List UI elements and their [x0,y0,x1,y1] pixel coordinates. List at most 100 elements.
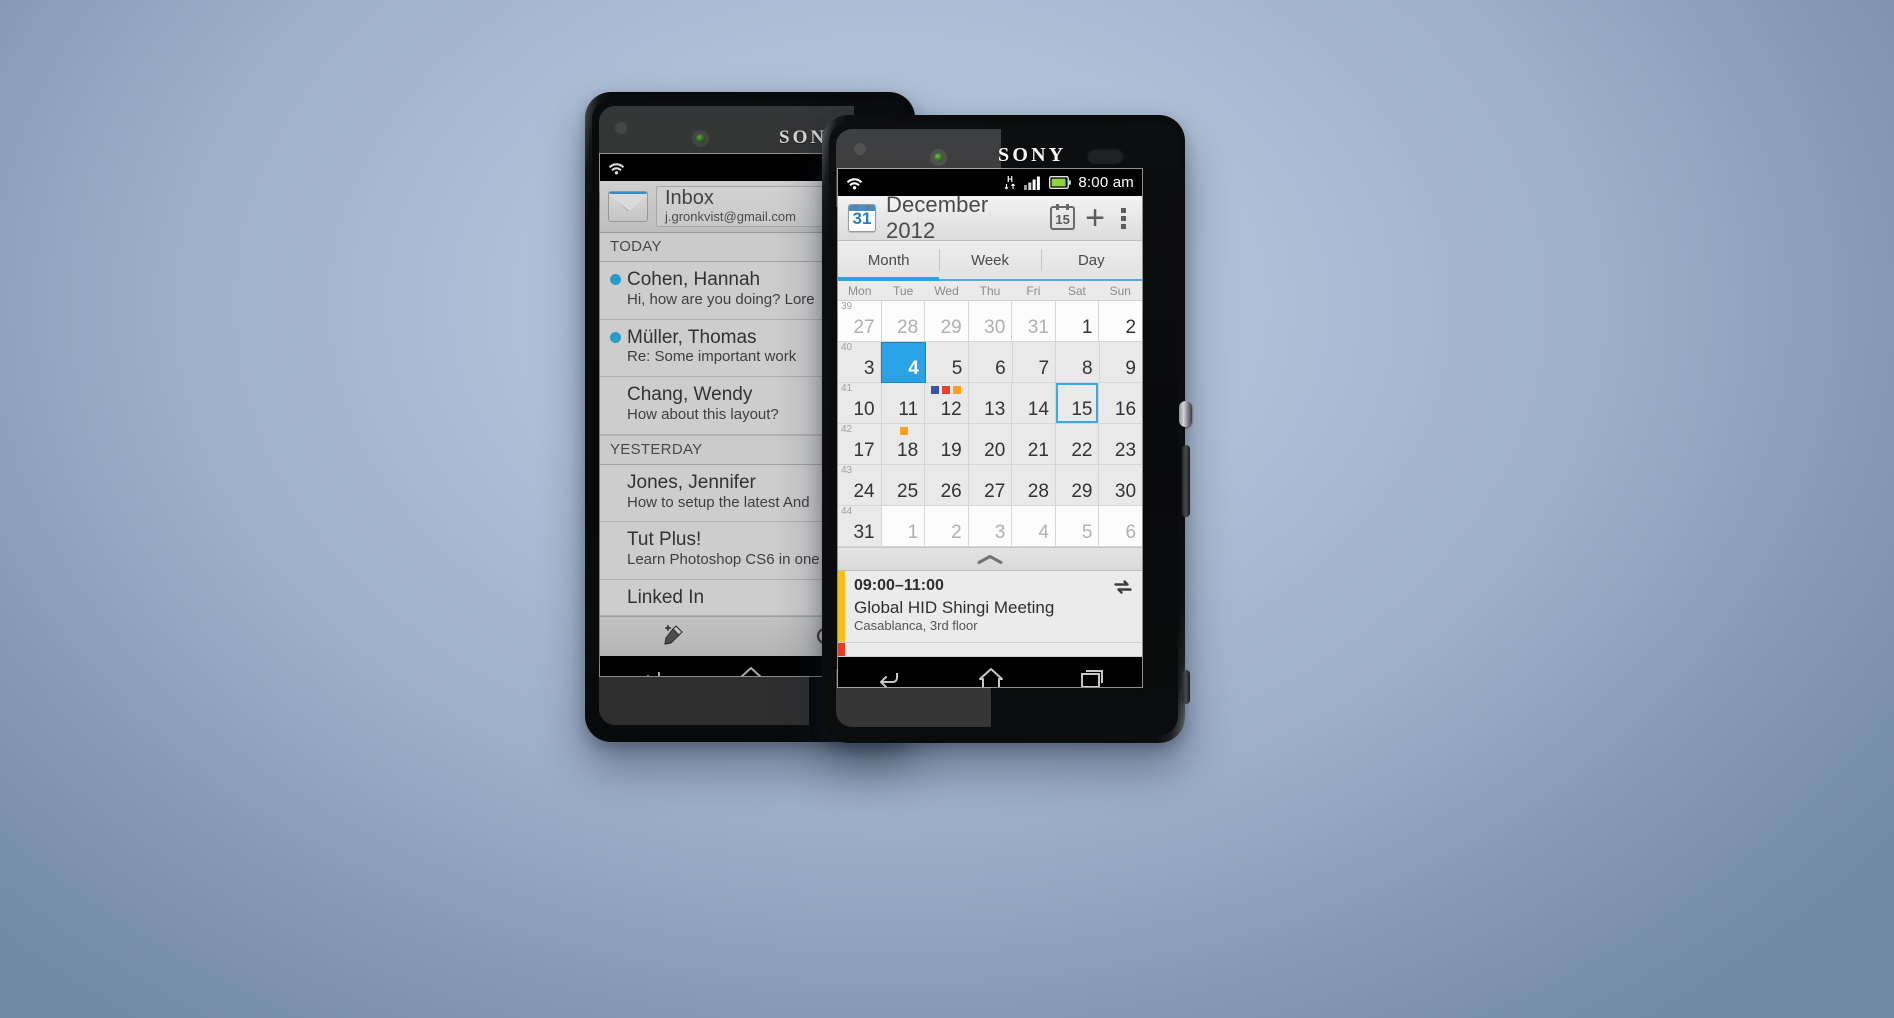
week-number: 42 [841,424,853,435]
mail-sender: Linked In [627,586,705,608]
calendar-day-cell[interactable]: 5 [1055,506,1100,547]
event-color-bar [838,642,845,656]
calendar-day-cell[interactable]: 13 [968,383,1013,424]
agenda-event[interactable]: 09:00–11:00 Global HID Shingi Meeting Ca… [838,571,1142,643]
agenda-event[interactable] [838,642,1142,657]
calendar-day-cell[interactable]: 43 24 [838,465,882,506]
calendar-day-number: 30 [1114,481,1137,502]
calendar-day-cell[interactable]: 40 3 [838,342,882,383]
calendar-day-cell[interactable]: 1 [1055,301,1100,342]
calendar-day-cell[interactable]: 9 [1099,342,1142,383]
calendar-day-cell[interactable]: 29 [925,301,969,342]
home-icon[interactable] [977,666,1005,687]
calendar-day-cell[interactable]: 25 [881,465,926,506]
week-number: 39 [841,301,853,312]
calendar-day-number: 17 [853,440,875,461]
calendar-day-cell[interactable]: 6 [1099,506,1142,547]
calendar-day-cell[interactable]: 4 [881,342,926,383]
home-icon[interactable] [737,665,765,676]
calendar-day-cell[interactable]: 41 10 [838,383,882,424]
calendar-day-cell[interactable]: 12 [925,383,969,424]
event-dot [899,427,908,435]
event-location: Casablanca, 3rd floor [854,618,978,634]
calendar-day-number: 22 [1071,440,1093,461]
day-header: Sun [1109,284,1131,298]
wifi-icon [846,177,863,189]
mail-sender: Tut Plus! [627,529,702,551]
calendar-day-cell[interactable]: 7 [1012,342,1057,383]
calendar-day-cell[interactable]: 28 [881,301,926,342]
screenshot-canvas: SONY Inbox j.gronkvist@gmail.com TODAY C… [0,0,1894,1018]
front-sensor-calendar [854,143,866,155]
day-header: Tue [893,284,914,298]
calendar-day-number: 16 [1114,399,1137,420]
compose-pencil-icon[interactable] [662,624,688,648]
wifi-icon [608,162,625,174]
event-title: Global HID Shingi Meeting [854,597,1055,617]
calendar-day-cell[interactable]: 3 [968,506,1013,547]
calendar-week-row: 42 17 18 19 20 21 22 23 [838,424,1142,465]
calendar-day-cell[interactable]: 15 [1055,383,1100,424]
calendar-day-cell[interactable]: 18 [881,424,926,465]
calendar-day-cell[interactable]: 29 [1055,465,1100,506]
goto-today-button[interactable]: 15 [1050,204,1076,230]
calendar-day-cell[interactable]: 22 [1055,424,1100,465]
calendar-app-icon-day: 31 [852,209,872,228]
calendar-day-headers: Mon Tue Wed Thu Fri Sat Sun [838,281,1142,301]
calendar-month-grid[interactable]: 39 27 28 29 30 31 1 2 40 3 4 5 6 7 8 9 41 10 11 12 13 14 15 16 4… [838,301,1142,547]
camera-button[interactable] [1182,670,1190,704]
calendar-day-cell[interactable]: 39 27 [838,301,882,342]
tab-day-label: Day [1077,251,1105,269]
mail-sender: Cohen, Hannah [627,269,761,290]
calendar-day-cell[interactable]: 2 [925,506,969,547]
calendar-day-number: 19 [940,440,962,461]
tab-month-label: Month [867,251,910,269]
phone-screen-calendar: H 8:00 am 31 December 2012 15 + Month We… [838,169,1142,687]
calendar-day-cell[interactable]: 30 [968,301,1013,342]
calendar-day-cell[interactable]: 19 [925,424,969,465]
android-nav-bar-calendar [838,656,1142,687]
calendar-day-cell[interactable]: 6 [969,342,1013,383]
calendar-day-cell[interactable]: 30 [1099,465,1142,506]
back-arrow-icon[interactable] [874,667,904,687]
calendar-week-row: 39 27 28 29 30 31 1 2 [838,301,1142,342]
tab-week[interactable]: Week [939,241,1040,279]
calendar-day-number: 2 [1125,317,1137,338]
day-header: Sat [1067,284,1086,298]
calendar-day-cell[interactable]: 2 [1099,301,1142,342]
overflow-menu-icon[interactable] [1115,206,1132,231]
calendar-day-cell[interactable]: 42 17 [838,424,882,465]
power-button[interactable] [1179,401,1192,427]
calendar-day-cell[interactable]: 4 [1012,506,1056,547]
calendar-day-number: 7 [1038,358,1050,379]
calendar-day-cell[interactable]: 5 [925,342,970,383]
calendar-day-cell[interactable]: 44 31 [838,506,882,547]
volume-button[interactable] [1182,445,1190,517]
tab-month[interactable]: Month [838,241,940,281]
calendar-day-cell[interactable]: 27 [968,465,1013,506]
signal-bars-icon [1024,176,1041,190]
recents-icon[interactable] [1078,667,1106,687]
front-camera-email [696,134,705,143]
calendar-day-cell[interactable]: 21 [1012,424,1056,465]
calendar-day-cell[interactable]: 11 [881,383,926,424]
calendar-day-cell[interactable]: 16 [1099,383,1142,424]
calendar-day-cell[interactable]: 31 [1012,301,1056,342]
calendar-day-cell[interactable]: 23 [1099,424,1142,465]
calendar-day-cell[interactable]: 1 [881,506,926,547]
chevron-up-icon [977,554,1003,564]
add-event-button[interactable]: + [1085,200,1105,235]
front-camera-calendar [934,153,943,162]
agenda-drag-handle[interactable] [838,547,1142,571]
week-number: 40 [841,342,853,353]
calendar-day-cell[interactable]: 26 [925,465,969,506]
tab-day[interactable]: Day [1040,241,1142,279]
calendar-day-cell[interactable]: 14 [1012,383,1056,424]
event-dot [953,386,962,394]
calendar-day-cell[interactable]: 20 [968,424,1013,465]
event-dot [931,386,940,394]
back-arrow-icon[interactable] [636,666,666,676]
calendar-day-cell[interactable]: 8 [1056,342,1100,383]
calendar-day-cell[interactable]: 28 [1012,465,1056,506]
hsdpa-data-icon: H [1004,175,1016,189]
